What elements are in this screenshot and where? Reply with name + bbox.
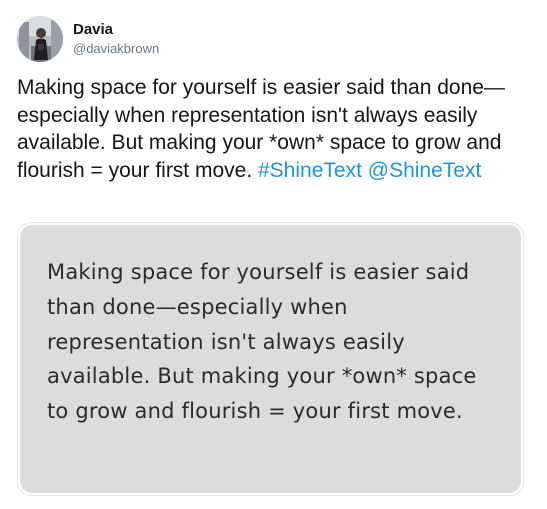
avatar-photo-icon: [17, 16, 63, 62]
user-handle[interactable]: @daviakbrown: [73, 40, 159, 58]
hashtag-link[interactable]: #ShineText: [258, 159, 362, 182]
tweet: Davia @daviakbrown Making space for your…: [0, 0, 547, 509]
tweet-text: Making space for yourself is easier said…: [17, 74, 532, 184]
avatar[interactable]: [17, 16, 63, 62]
mention-link[interactable]: @ShineText: [368, 159, 482, 182]
display-name[interactable]: Davia: [73, 21, 159, 39]
author-block: Davia @daviakbrown: [73, 21, 159, 58]
quote-card-text: Making space for yourself is easier said…: [47, 260, 477, 424]
attached-image[interactable]: Making space for yourself is easier said…: [17, 222, 524, 496]
quote-card: Making space for yourself is easier said…: [20, 225, 521, 493]
